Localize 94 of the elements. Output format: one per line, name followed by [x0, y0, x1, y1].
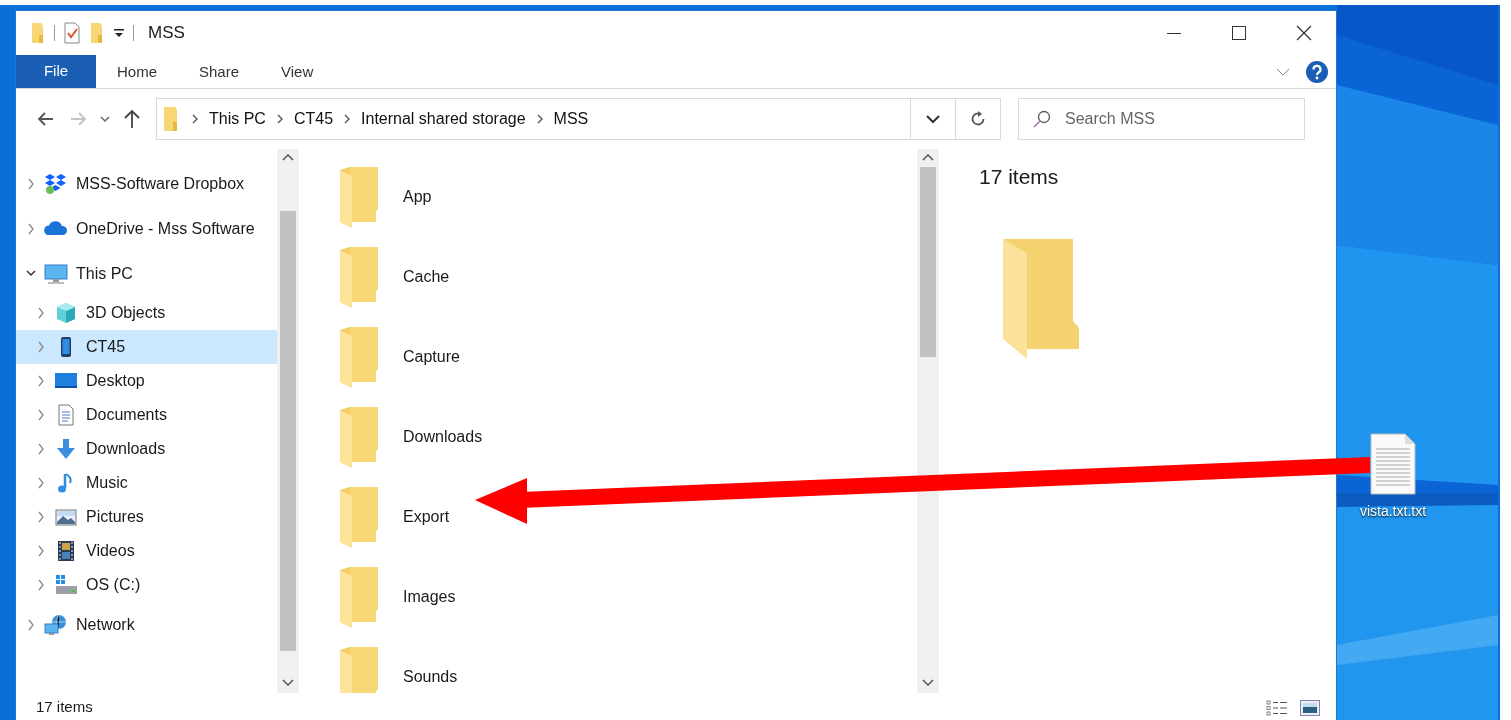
- chevron-icon[interactable]: [535, 113, 544, 125]
- close-icon: [1295, 25, 1312, 41]
- boxes-icon: [44, 171, 68, 196]
- chevron-icon[interactable]: [275, 113, 284, 125]
- tree-item-label: Network: [76, 614, 135, 635]
- chevron-icon: [100, 115, 110, 123]
- folder-name[interactable]: Sounds: [403, 665, 458, 689]
- collapsed-chevron-icon[interactable]: [36, 579, 46, 591]
- folder-name[interactable]: Downloads: [403, 425, 483, 449]
- folder-name[interactable]: App: [403, 185, 432, 209]
- monitor-icon: [44, 261, 68, 286]
- breadcrumb[interactable]: Internal shared storage: [361, 107, 526, 131]
- folder-icon[interactable]: [89, 21, 105, 45]
- tree-item[interactable]: Pictures: [16, 500, 277, 534]
- breadcrumb[interactable]: CT45: [293, 107, 334, 131]
- folder-name[interactable]: Export: [403, 505, 450, 529]
- tree-item[interactable]: OS (C:): [16, 568, 277, 602]
- scroll-down-icon[interactable]: [922, 677, 934, 687]
- refresh-icon: [969, 110, 987, 128]
- list-icon: [1266, 699, 1288, 716]
- collapsed-chevron-icon[interactable]: [36, 477, 46, 489]
- drive-icon: [54, 573, 78, 597]
- collapsed-chevron-icon[interactable]: [36, 443, 46, 455]
- window-title: MSS: [148, 22, 185, 45]
- item-count: 17 items: [979, 164, 1060, 190]
- tree-item[interactable]: Music: [16, 466, 277, 500]
- search-field[interactable]: Search MSS: [1063, 106, 1283, 132]
- maximize-icon: [1231, 26, 1246, 40]
- checklist-icon[interactable]: [63, 21, 81, 45]
- ribbon-tab[interactable]: View: [260, 55, 335, 88]
- tree-item[interactable]: 3D Objects: [16, 296, 277, 330]
- folder-name[interactable]: Cache: [403, 265, 450, 289]
- collapsed-chevron-icon[interactable]: [36, 341, 46, 353]
- text-file-icon[interactable]: [1370, 433, 1416, 495]
- dropdown-icon[interactable]: [113, 27, 125, 39]
- down-arrow-icon: [54, 437, 78, 461]
- help-icon[interactable]: [1306, 60, 1328, 83]
- collapsed-chevron-icon[interactable]: [26, 222, 36, 235]
- collapsed-chevron-icon[interactable]: [36, 375, 46, 387]
- ribbon-tab[interactable]: Home: [96, 55, 178, 88]
- tree-item[interactable]: Downloads: [16, 432, 277, 466]
- tree-item[interactable]: Desktop: [16, 364, 277, 398]
- tree-item-label: Desktop: [86, 371, 145, 391]
- tree-item-label: Videos: [86, 541, 135, 561]
- search-box[interactable]: Search MSS: [1018, 98, 1305, 140]
- chevron-icon[interactable]: [1276, 66, 1290, 77]
- tree-item[interactable]: CT45: [16, 330, 277, 364]
- chevron-icon[interactable]: [343, 113, 352, 125]
- tree-item[interactable]: OneDrive - Mss Software: [16, 206, 277, 251]
- scroll-down-icon[interactable]: [282, 677, 294, 687]
- tree-item-label: MSS-Software Dropbox: [76, 173, 245, 194]
- scroll-up-icon[interactable]: [922, 153, 934, 163]
- search-icon: [1033, 110, 1051, 128]
- image-icon: [1300, 699, 1320, 716]
- folder-icon[interactable]: [30, 21, 46, 45]
- tree-item-label: Downloads: [86, 439, 166, 459]
- refresh-button[interactable]: [956, 98, 1001, 140]
- tree-item-label: Music: [86, 473, 128, 493]
- tree-item[interactable]: Videos: [16, 534, 277, 568]
- tree-item-label: Pictures: [86, 507, 144, 527]
- collapsed-chevron-icon[interactable]: [26, 177, 36, 190]
- tree-item-label: OS (C:): [86, 575, 141, 595]
- tree-item-label: 3D Objects: [86, 303, 166, 323]
- chevron-icon: [926, 114, 940, 124]
- collapsed-chevron-icon[interactable]: [36, 511, 46, 523]
- tree-item-label: This PC: [76, 263, 133, 284]
- collapsed-chevron-icon[interactable]: [36, 545, 46, 557]
- collapsed-chevron-icon[interactable]: [36, 409, 46, 421]
- tree-item-label: Documents: [86, 405, 167, 425]
- network-icon: [44, 612, 68, 637]
- tree-item[interactable]: This PC: [16, 251, 277, 296]
- collapsed-chevron-icon[interactable]: [26, 618, 36, 631]
- tree-item-label: CT45: [86, 337, 126, 357]
- tree-item[interactable]: Documents: [16, 398, 277, 432]
- breadcrumb[interactable]: MSS: [553, 107, 589, 131]
- scrollbar[interactable]: [917, 149, 939, 693]
- folder-icon: [1001, 238, 1081, 359]
- minimize-icon: [1166, 32, 1181, 34]
- tree-item[interactable]: MSS-Software Dropbox: [16, 161, 277, 206]
- cube-icon: [54, 301, 78, 325]
- file-tab[interactable]: File: [16, 55, 96, 88]
- scroll-up-icon[interactable]: [282, 153, 294, 163]
- ribbon-tab[interactable]: Share: [178, 55, 261, 88]
- address-bar[interactable]: This PC CT45 Internal shared storage MSS: [156, 98, 956, 140]
- breadcrumb[interactable]: This PC: [209, 107, 266, 131]
- collapsed-chevron-icon[interactable]: [36, 307, 46, 319]
- folder-name[interactable]: Capture: [403, 345, 460, 369]
- chevron-icon[interactable]: [191, 113, 199, 125]
- scrollbar[interactable]: [277, 149, 299, 693]
- tree-item[interactable]: Network: [16, 602, 277, 647]
- tree-item-label: OneDrive - Mss Software: [76, 218, 255, 239]
- folder-name[interactable]: Images: [403, 585, 456, 609]
- up-arrow-icon: [122, 108, 142, 130]
- status-text: 17 items: [36, 696, 93, 717]
